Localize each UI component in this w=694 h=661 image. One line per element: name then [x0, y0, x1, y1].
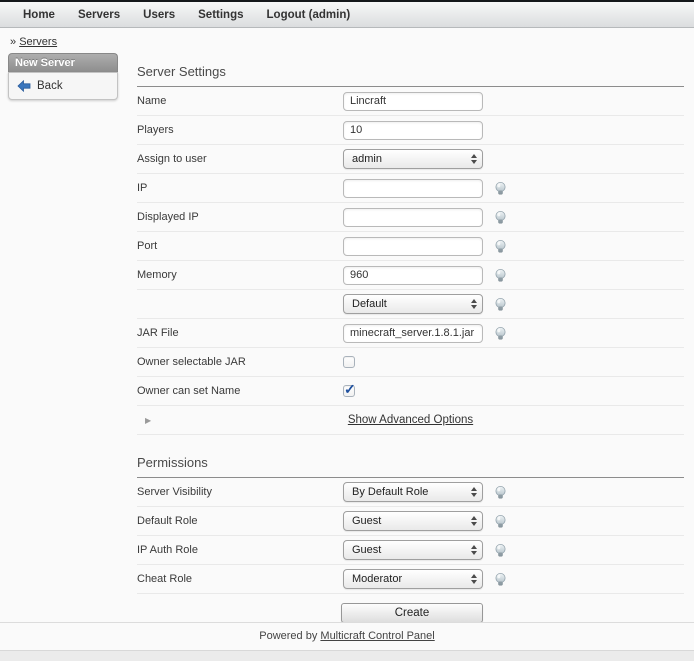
sidebar: New Server Back	[8, 53, 118, 100]
permissions-rows: Server Visibility By Default Role Default …	[137, 478, 684, 594]
default-role-select[interactable]: Guest	[343, 511, 483, 531]
form-row-ip-auth-role: IP Auth Role Guest	[137, 536, 684, 565]
field-label-ip-auth-role: IP Auth Role	[137, 544, 343, 556]
cheat-role-select[interactable]: Moderator	[343, 569, 483, 589]
back-button[interactable]: Back	[9, 77, 117, 95]
top-navbar: Home Servers Users Settings Logout (admi…	[0, 0, 694, 28]
form-row-memory: Memory	[137, 261, 684, 290]
field-label-default-role: Default Role	[137, 515, 343, 527]
main-content: Server Settings Name Players Assign to use…	[137, 53, 684, 635]
owner-selectable-jar-checkbox[interactable]	[343, 356, 355, 368]
up-down-arrows-icon	[471, 487, 477, 497]
displayed-ip-input[interactable]	[343, 208, 483, 227]
multicraft-link[interactable]: Multicraft Control Panel	[320, 630, 434, 642]
footer-text: Powered by Multicraft Control Panel	[0, 623, 694, 650]
server-settings-section: Server Settings Name Players Assign to use…	[137, 58, 684, 435]
server-visibility-select-value: By Default Role	[352, 486, 428, 498]
help-lightbulb-icon[interactable]	[493, 210, 508, 225]
form-row-owner-selectable-jar: Owner selectable JAR	[137, 348, 684, 377]
port-input[interactable]	[343, 237, 483, 256]
help-lightbulb-icon[interactable]	[493, 514, 508, 529]
server-visibility-select[interactable]: By Default Role	[343, 482, 483, 502]
ip-auth-role-select[interactable]: Guest	[343, 540, 483, 560]
form-row-owner-can-set-name: Owner can set Name	[137, 377, 684, 406]
jar-default-select-value: Default	[352, 298, 387, 310]
up-down-arrows-icon	[471, 545, 477, 555]
field-label-memory: Memory	[137, 269, 343, 281]
field-label-players: Players	[137, 124, 343, 136]
up-down-arrows-icon	[471, 574, 477, 584]
sidebar-body: Back	[8, 72, 118, 100]
nav-item-users[interactable]: Users	[138, 9, 180, 21]
form-row-assign-to-user: Assign to user admin	[137, 145, 684, 174]
jar-file-input[interactable]	[343, 324, 483, 343]
nav-item-home[interactable]: Home	[18, 9, 60, 21]
up-down-arrows-icon	[471, 516, 477, 526]
help-lightbulb-icon[interactable]	[493, 485, 508, 500]
form-row-jar-file: JAR File	[137, 319, 684, 348]
field-label-displayed-ip: Displayed IP	[137, 211, 343, 223]
breadcrumb-separator: »	[10, 36, 16, 48]
form-row-players: Players	[137, 116, 684, 145]
memory-input[interactable]	[343, 266, 483, 285]
nav-item-logout[interactable]: Logout (admin)	[262, 9, 356, 21]
help-lightbulb-icon[interactable]	[493, 326, 508, 341]
owner-can-set-name-checkbox[interactable]	[343, 385, 355, 397]
show-advanced-options-link[interactable]: Show Advanced Options	[137, 414, 684, 426]
help-lightbulb-icon[interactable]	[493, 268, 508, 283]
arrow-left-icon	[17, 80, 31, 92]
breadcrumb: » Servers	[0, 28, 694, 53]
form-row-jar-default: Default	[137, 290, 684, 319]
form-row-displayed-ip: Displayed IP	[137, 203, 684, 232]
help-lightbulb-icon[interactable]	[493, 181, 508, 196]
ip-auth-role-select-value: Guest	[352, 544, 381, 556]
create-button[interactable]: Create	[341, 603, 483, 623]
content-layout: New Server Back Server Settings Name Play…	[0, 53, 694, 635]
server-settings-rows: Name Players Assign to user admin IP Displaye…	[137, 87, 684, 406]
powered-by-label: Powered by	[259, 630, 317, 642]
permissions-heading: Permissions	[137, 449, 684, 478]
nav-item-settings[interactable]: Settings	[193, 9, 248, 21]
footer: Powered by Multicraft Control Panel	[0, 622, 694, 661]
multicraft-new-server-page: Home Servers Users Settings Logout (admi…	[0, 0, 694, 661]
field-label-name: Name	[137, 95, 343, 107]
bottom-strip	[0, 650, 694, 661]
field-label-server-visibility: Server Visibility	[137, 486, 343, 498]
assign-to-user-select-value: admin	[352, 153, 382, 165]
up-down-arrows-icon	[471, 299, 477, 309]
form-row-default-role: Default Role Guest	[137, 507, 684, 536]
help-lightbulb-icon[interactable]	[493, 572, 508, 587]
field-label-ip: IP	[137, 182, 343, 194]
up-down-arrows-icon	[471, 154, 477, 164]
assign-to-user-select[interactable]: admin	[343, 149, 483, 169]
field-label-jar-file: JAR File	[137, 327, 343, 339]
breadcrumb-link-servers[interactable]: Servers	[19, 36, 57, 48]
permissions-section: Permissions Server Visibility By Default …	[137, 449, 684, 635]
back-label: Back	[37, 80, 63, 92]
form-row-ip: IP	[137, 174, 684, 203]
form-row-cheat-role: Cheat Role Moderator	[137, 565, 684, 594]
server-settings-heading: Server Settings	[137, 58, 684, 87]
name-input[interactable]	[343, 92, 483, 111]
field-label-owner-selectable-jar: Owner selectable JAR	[137, 356, 343, 368]
default-role-select-value: Guest	[352, 515, 381, 527]
field-label-cheat-role: Cheat Role	[137, 573, 343, 585]
form-row-port: Port	[137, 232, 684, 261]
field-label-port: Port	[137, 240, 343, 252]
form-row-server-visibility: Server Visibility By Default Role	[137, 478, 684, 507]
field-label-assign-to-user: Assign to user	[137, 153, 343, 165]
players-input[interactable]	[343, 121, 483, 140]
ip-input[interactable]	[343, 179, 483, 198]
help-lightbulb-icon[interactable]	[493, 297, 508, 312]
help-lightbulb-icon[interactable]	[493, 543, 508, 558]
form-row-name: Name	[137, 87, 684, 116]
advanced-options-row: ▶ Show Advanced Options	[137, 406, 684, 435]
sidebar-title: New Server	[8, 53, 118, 72]
help-lightbulb-icon[interactable]	[493, 239, 508, 254]
jar-default-select[interactable]: Default	[343, 294, 483, 314]
field-label-owner-can-set-name: Owner can set Name	[137, 385, 343, 397]
nav-item-servers[interactable]: Servers	[73, 9, 125, 21]
cheat-role-select-value: Moderator	[352, 573, 402, 585]
